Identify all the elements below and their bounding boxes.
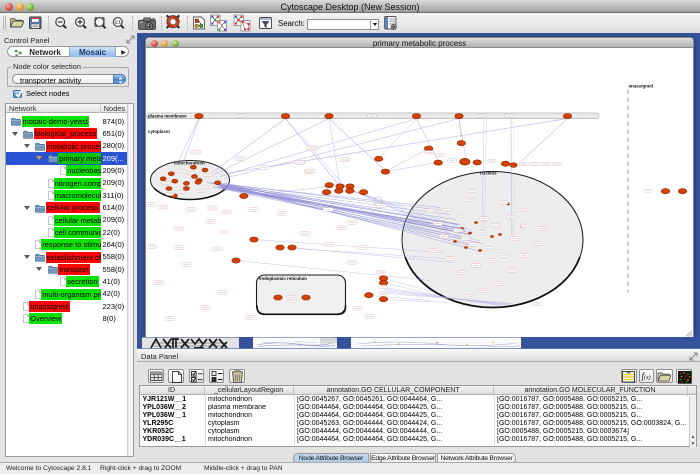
svg-text:mitochondrion: mitochondrion (174, 161, 205, 166)
svg-text:plasma membrane: plasma membrane (148, 113, 187, 118)
svg-text:nucleus: nucleus (480, 171, 497, 176)
svg-text:endoplasmic reticulum: endoplasmic reticulum (259, 276, 307, 281)
svg-text:unassigned: unassigned (629, 84, 654, 89)
svg-text:1:1: 1:1 (115, 20, 122, 25)
svg-text:cytoplasm: cytoplasm (148, 129, 170, 134)
